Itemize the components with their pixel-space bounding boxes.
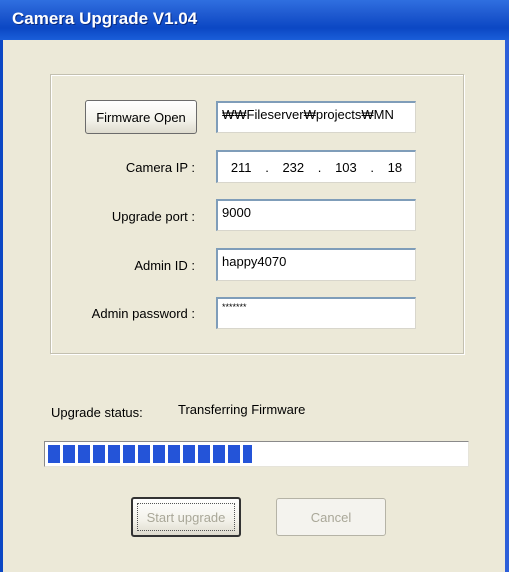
- start-upgrade-label: Start upgrade: [137, 503, 235, 531]
- progress-fill: [48, 445, 252, 463]
- firmware-path-field[interactable]: ₩₩Fileserver₩projects₩MN: [216, 101, 416, 133]
- ip-separator: .: [265, 159, 269, 175]
- upgrade-status-label: Upgrade status:: [51, 405, 143, 420]
- admin-password-label: Admin password :: [91, 306, 195, 321]
- start-upgrade-button[interactable]: Start upgrade: [131, 497, 241, 537]
- upgrade-progress-bar: [44, 441, 469, 467]
- ip-separator: .: [317, 159, 322, 175]
- window-right-border: [505, 40, 509, 572]
- ip-octet-4[interactable]: 18: [388, 160, 402, 175]
- upgrade-port-field[interactable]: 9000: [216, 199, 416, 231]
- ip-octet-1[interactable]: 211: [231, 160, 252, 175]
- camera-ip-label: Camera IP :: [125, 160, 195, 175]
- camera-ip-field[interactable]: 211 . 232 . 103 . 18: [216, 150, 416, 183]
- upgrade-status-value: Transferring Firmware: [178, 402, 306, 417]
- firmware-open-button[interactable]: Firmware Open: [85, 100, 197, 134]
- window-title: Camera Upgrade V1.04: [12, 9, 198, 28]
- camera-upgrade-window: Camera Upgrade V1.04 Firmware Open ₩₩Fil…: [0, 0, 509, 572]
- cancel-button[interactable]: Cancel: [276, 498, 386, 536]
- admin-id-field[interactable]: happy4070: [216, 248, 416, 281]
- admin-id-label: Admin ID :: [134, 258, 195, 273]
- ip-separator: .: [370, 159, 375, 175]
- title-bar[interactable]: Camera Upgrade V1.04: [0, 0, 509, 40]
- admin-password-field[interactable]: *******: [216, 297, 416, 329]
- upgrade-port-label: Upgrade port :: [111, 209, 195, 224]
- window-left-border: [0, 40, 3, 572]
- ip-octet-3[interactable]: 103: [335, 160, 357, 175]
- ip-octet-2[interactable]: 232: [282, 160, 304, 175]
